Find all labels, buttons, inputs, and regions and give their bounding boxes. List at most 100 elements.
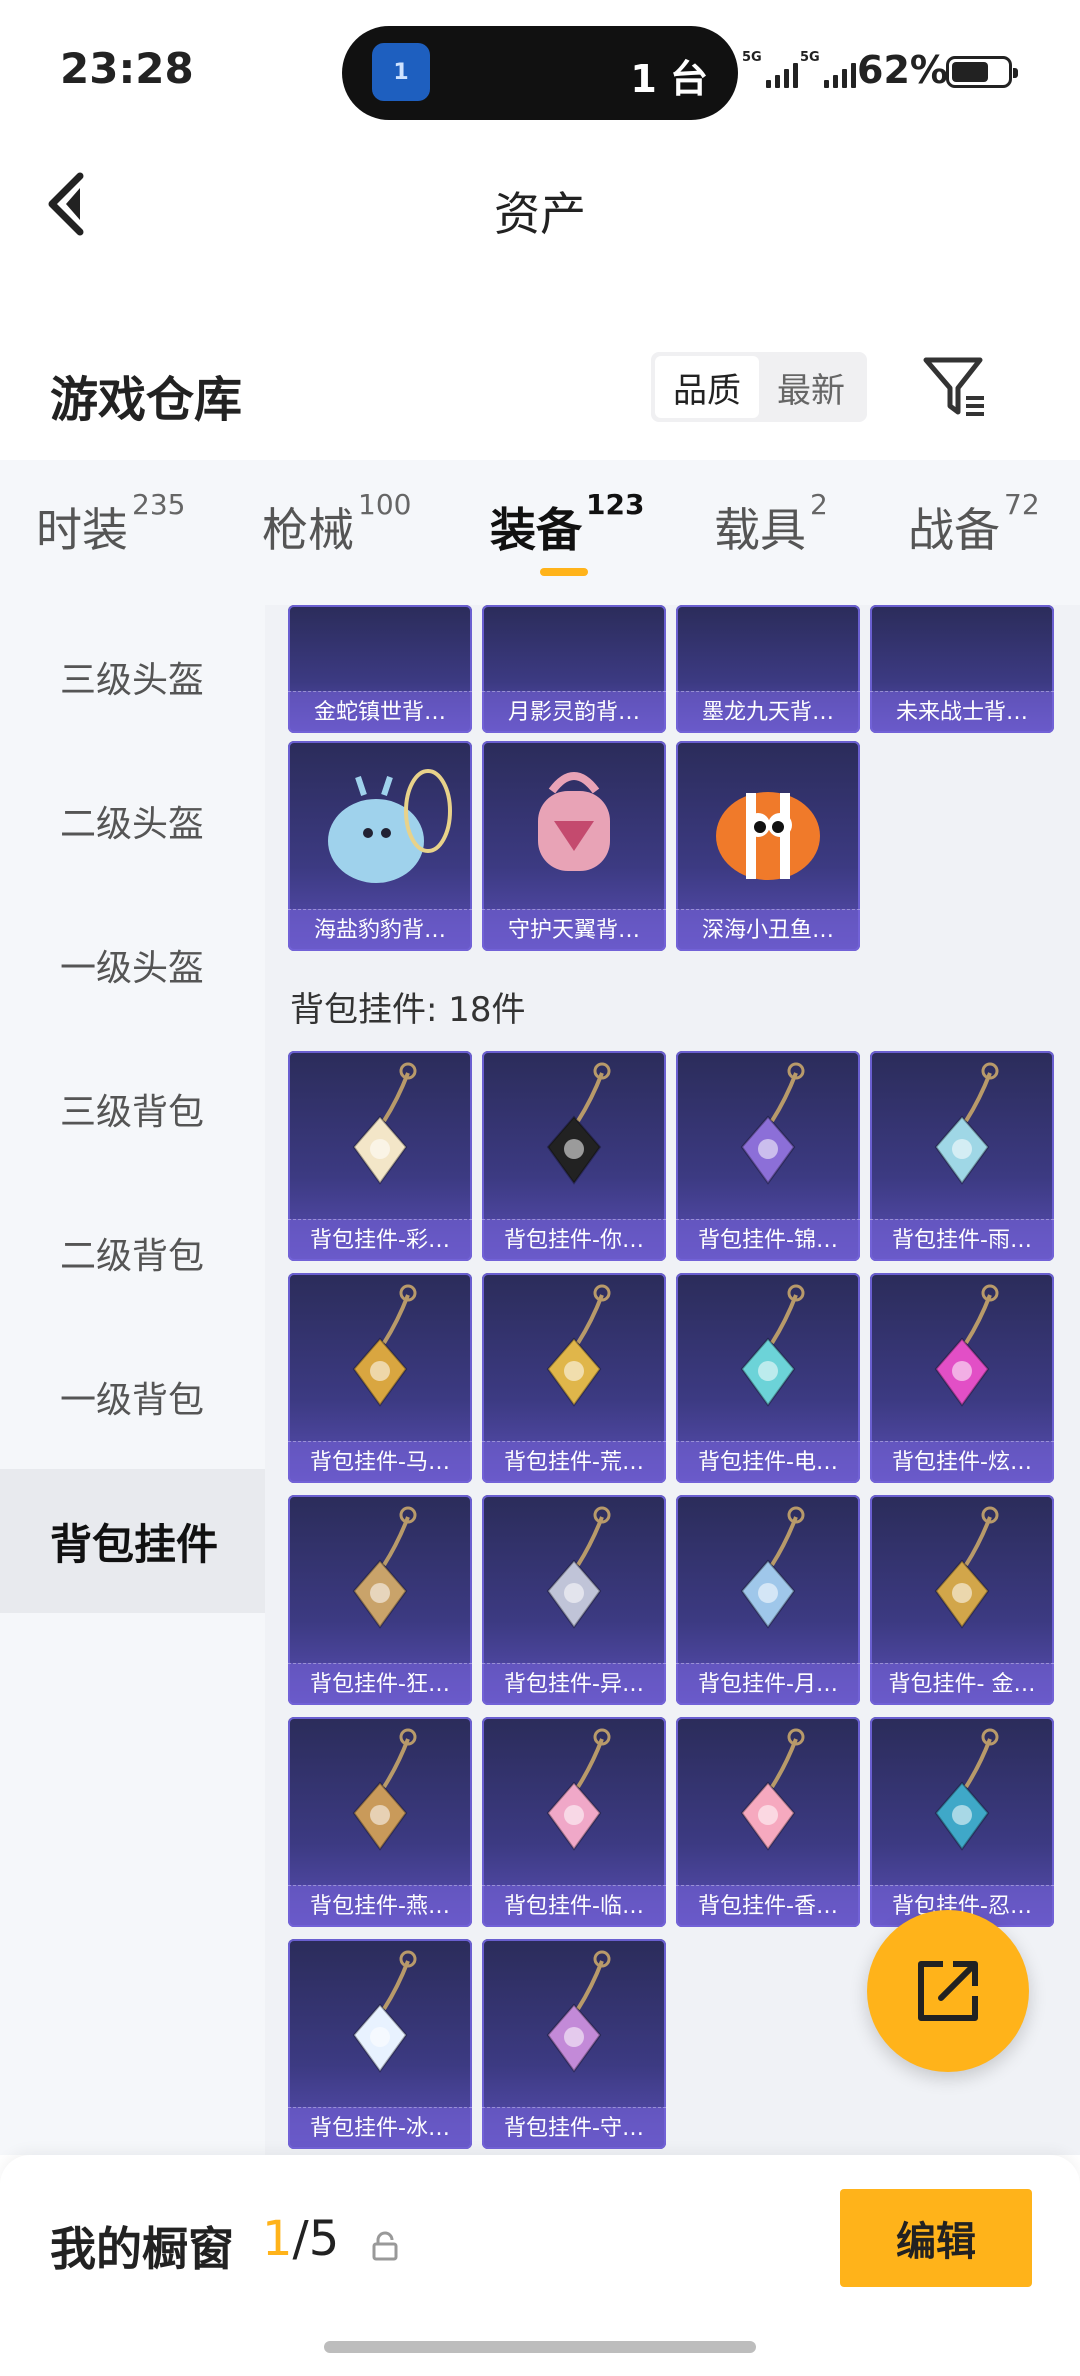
sidebar: 三级头盔 二级头盔 一级头盔 三级背包 二级背包 一级背包 背包挂件	[0, 605, 265, 2155]
charm-card[interactable]: 背包挂件-你…	[482, 1051, 666, 1261]
charm-name: 背包挂件-彩…	[288, 1219, 472, 1261]
charm-name: 背包挂件-你…	[482, 1219, 666, 1261]
seal-backpack-icon	[288, 741, 472, 909]
backpack-name: 海盐豹豹背…	[288, 909, 472, 951]
battery-icon	[946, 56, 1018, 88]
backpack-card[interactable]: 未来战士背…	[870, 605, 1054, 733]
charm-card[interactable]: 背包挂件-雨…	[870, 1051, 1054, 1261]
charm-name: 背包挂件- 金…	[870, 1663, 1054, 1705]
charm-card[interactable]: 背包挂件-忍…	[870, 1717, 1054, 1927]
share-external-icon	[918, 1961, 978, 2021]
moon-backpack-icon	[482, 605, 666, 691]
signal-icon-2: 5G	[800, 50, 856, 88]
rabbit-charm-icon	[676, 1495, 860, 1663]
charm-name: 背包挂件-临…	[482, 1885, 666, 1927]
robot-charm-icon	[288, 1939, 472, 2107]
flower-charm-icon	[676, 1717, 860, 1885]
gem-charm-icon	[482, 1939, 666, 2107]
sidebar-item-helmet-lv1[interactable]: 一级头盔	[0, 893, 265, 1037]
clownfish-backpack-icon	[676, 741, 860, 909]
backpack-card[interactable]: 墨龙九天背…	[676, 605, 860, 733]
charm-card[interactable]: 背包挂件-荒…	[482, 1273, 666, 1483]
tab-fashion[interactable]: 时装 235	[36, 488, 185, 560]
sidebar-item-helmet-lv2[interactable]: 二级头盔	[0, 749, 265, 893]
fan-charm-icon	[676, 1051, 860, 1219]
charm-name: 背包挂件-雨…	[870, 1219, 1054, 1261]
backpack-name: 未来战士背…	[870, 691, 1054, 733]
charm-card[interactable]: 背包挂件-马…	[288, 1273, 472, 1483]
lock-icon	[372, 2231, 398, 2261]
penguin-charm-icon	[482, 1051, 666, 1219]
backpack-card[interactable]: 守护天翼背…	[482, 741, 666, 951]
backpack-card[interactable]: 月影灵韵背…	[482, 605, 666, 733]
warehouse-section: 游戏仓库 品质 最新	[0, 330, 1080, 450]
sidebar-item-backpack-lv1[interactable]: 一级背包	[0, 1325, 265, 1469]
backpack-card[interactable]: 金蛇镇世背…	[288, 605, 472, 733]
charm-card[interactable]: 背包挂件-香…	[676, 1717, 860, 1927]
claw-charm-icon	[288, 1495, 472, 1663]
charm-card[interactable]: 背包挂件-月…	[676, 1495, 860, 1705]
backpack-card[interactable]: 海盐豹豹背…	[288, 741, 472, 951]
charm-name: 背包挂件-马…	[288, 1441, 472, 1483]
candy-charm-icon	[870, 1273, 1054, 1441]
charm-card[interactable]: 背包挂件-狂…	[288, 1495, 472, 1705]
filter-icon	[923, 357, 984, 416]
horse-charm-icon	[288, 1273, 472, 1441]
warrior-backpack-icon	[870, 605, 1054, 691]
charm-card[interactable]: 背包挂件-锦…	[676, 1051, 860, 1261]
sun-charm-icon	[482, 1273, 666, 1441]
winged-shield-charm-icon	[482, 1495, 666, 1663]
share-fab-button[interactable]	[867, 1910, 1029, 2072]
backpack-name: 墨龙九天背…	[676, 691, 860, 733]
edit-button[interactable]: 编辑	[840, 2189, 1032, 2287]
sidebar-item-backpack-lv3[interactable]: 三级背包	[0, 1037, 265, 1181]
ice-cream-charm-icon	[288, 1051, 472, 1219]
home-indicator[interactable]	[324, 2341, 756, 2353]
dragon-backpack-icon	[676, 605, 860, 691]
backpack-name: 守护天翼背…	[482, 909, 666, 951]
charm-card[interactable]: 背包挂件- 金…	[870, 1495, 1054, 1705]
charm-card[interactable]: 背包挂件-异…	[482, 1495, 666, 1705]
sidebar-item-helmet-lv3[interactable]: 三级头盔	[0, 605, 265, 749]
sword-charm-icon	[870, 1051, 1054, 1219]
sort-newest-button[interactable]: 最新	[759, 356, 863, 418]
charm-name: 背包挂件-冰…	[288, 2107, 472, 2149]
island-app-badge: 1	[393, 59, 409, 85]
header: 资产	[0, 140, 1080, 270]
charm-name: 背包挂件-荒…	[482, 1441, 666, 1483]
section-title: 游戏仓库	[50, 372, 243, 428]
active-tab-indicator	[540, 568, 588, 576]
charm-group-label: 背包挂件: 18件	[290, 990, 526, 1030]
battery-percent: 62%	[857, 48, 948, 92]
charm-card[interactable]: 背包挂件-彩…	[288, 1051, 472, 1261]
sidebar-item-backpack-charm[interactable]: 背包挂件	[0, 1469, 265, 1613]
showcase-count: 1/5	[262, 2211, 340, 2267]
charm-card[interactable]: 背包挂件-守…	[482, 1939, 666, 2149]
filter-button[interactable]	[920, 352, 990, 422]
charm-card[interactable]: 背包挂件-炫…	[870, 1273, 1054, 1483]
tab-firearms[interactable]: 枪械 100	[262, 488, 411, 560]
eye-charm-icon	[870, 1495, 1054, 1663]
charm-name: 背包挂件-香…	[676, 1885, 860, 1927]
sidebar-item-backpack-lv2[interactable]: 二级背包	[0, 1181, 265, 1325]
charm-name: 背包挂件-狂…	[288, 1663, 472, 1705]
charm-card[interactable]: 背包挂件-临…	[482, 1717, 666, 1927]
backpack-name: 深海小丑鱼…	[676, 909, 860, 951]
tab-vehicles[interactable]: 载具 2	[714, 488, 828, 560]
dynamic-island[interactable]: 1 1 台	[342, 26, 738, 120]
backpack-card[interactable]: 深海小丑鱼…	[676, 741, 860, 951]
page-title: 资产	[494, 187, 586, 241]
gold-backpack-icon	[288, 605, 472, 691]
charm-card[interactable]: 背包挂件-电…	[676, 1273, 860, 1483]
charm-name: 背包挂件-锦…	[676, 1219, 860, 1261]
island-app-icon: 1	[372, 43, 430, 101]
charm-name: 背包挂件-异…	[482, 1663, 666, 1705]
charm-card[interactable]: 背包挂件-冰…	[288, 1939, 472, 2149]
charm-name: 背包挂件-电…	[676, 1441, 860, 1483]
showcase-label: 我的橱窗	[50, 2222, 234, 2276]
tab-combat-supplies[interactable]: 战备 72	[908, 488, 1040, 560]
sort-quality-button[interactable]: 品质	[655, 356, 759, 418]
swallow-charm-icon	[288, 1717, 472, 1885]
tab-equipment[interactable]: 装备 123	[490, 488, 644, 560]
charm-card[interactable]: 背包挂件-燕…	[288, 1717, 472, 1927]
